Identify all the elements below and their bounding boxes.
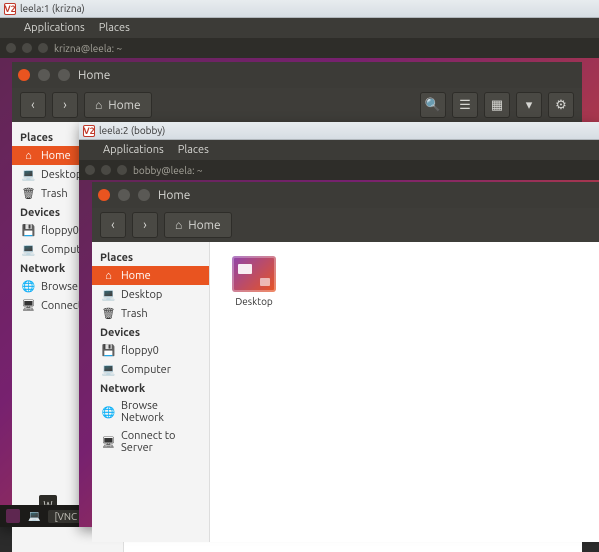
sidebar-item-connect[interactable]: 🖥 Connect to Server <box>92 427 209 457</box>
sidebar-label-desktop: Desktop <box>121 289 162 301</box>
terminal-title-1: krizna@leela: ~ <box>54 43 122 54</box>
floppy-icon: 💾 <box>22 224 35 237</box>
sidebar-label-home: Home <box>41 150 71 162</box>
sidebar-label-home: Home <box>121 270 151 282</box>
sidebar-header-network: Network <box>92 379 209 397</box>
window-min-icon[interactable] <box>22 43 32 53</box>
sidebar-label-trash: Trash <box>121 308 148 320</box>
sidebar-item-trash[interactable]: 🗑 Trash <box>92 304 209 323</box>
server-icon: 🖥 <box>22 299 35 312</box>
minimize-icon[interactable] <box>38 69 50 81</box>
trash-icon: 🗑 <box>102 307 115 320</box>
taskbar-app-icon[interactable] <box>6 509 20 523</box>
terminal-title-2: bobby@leela: ~ <box>133 165 202 176</box>
terminal-titlebar-2: bobby@leela: ~ <box>79 160 599 180</box>
menu-places-1[interactable]: Places <box>99 22 130 34</box>
window-close-icon[interactable] <box>85 165 95 175</box>
folder-icon <box>232 256 276 292</box>
taskbar-sep-icon: 💻 <box>28 510 40 522</box>
forward-button[interactable]: › <box>52 92 78 118</box>
gnome-menubar-1: Applications Places <box>0 18 599 38</box>
sidebar-item-browse[interactable]: 🌐 Browse Network <box>92 397 209 427</box>
close-icon[interactable] <box>18 69 30 81</box>
location-button[interactable]: ⌂ Home <box>84 92 152 118</box>
menu-applications-2[interactable]: Applications <box>103 144 164 156</box>
sidebar-label-browse: Browse <box>41 281 78 293</box>
sidebar-label-floppy: floppy0 <box>121 345 159 357</box>
computer-icon: 💻 <box>22 243 35 256</box>
sidebar-header-devices: Devices <box>92 323 209 341</box>
vnc-titlebar-1[interactable]: V2 leela:1 (krizna) <box>0 0 599 18</box>
vnc-title-1: leela:1 (krizna) <box>20 3 85 14</box>
minimize-icon[interactable] <box>118 189 130 201</box>
sidebar-label-browse: Browse Network <box>121 400 201 424</box>
vnc-icon: V2 <box>83 125 95 137</box>
vnc-window-2: V2 leela:2 (bobby) Applications Places b… <box>79 122 599 527</box>
trash-icon: 🗑 <box>22 187 35 200</box>
window-max-icon[interactable] <box>117 165 127 175</box>
sidebar-item-computer[interactable]: 💻 Computer <box>92 360 209 379</box>
grid-view-button[interactable]: ▦ <box>484 92 510 118</box>
vnc-title-2: leela:2 (bobby) <box>99 125 165 136</box>
sidebar-item-desktop[interactable]: 💻 Desktop <box>92 285 209 304</box>
gnome-menubar-2: Applications Places <box>79 140 599 160</box>
sidebar-label-connect: Connect <box>41 300 82 312</box>
back-button[interactable]: ‹ <box>20 92 46 118</box>
list-view-button[interactable]: ☰ <box>452 92 478 118</box>
location-label-2: Home <box>188 219 220 232</box>
desktop-icon: 💻 <box>22 168 35 181</box>
sidebar-label-connect: Connect to Server <box>121 430 201 454</box>
menu-places-2[interactable]: Places <box>178 144 209 156</box>
location-label-1: Home <box>108 99 140 112</box>
sidebar-label-computer: Computer <box>121 364 171 376</box>
sidebar-item-home[interactable]: ⌂ Home <box>92 266 209 285</box>
home-icon: ⌂ <box>22 149 35 162</box>
home-icon: ⌂ <box>95 98 102 112</box>
network-icon: 🌐 <box>22 280 35 293</box>
floppy-icon: 💾 <box>102 344 115 357</box>
fm-sidebar-2: Places ⌂ Home 💻 Desktop 🗑 Trash Devices <box>92 242 210 542</box>
back-button[interactable]: ‹ <box>100 212 126 238</box>
taskbar-item-vnc[interactable]: [VNC <box>48 510 83 523</box>
settings-button[interactable]: ⚙ <box>548 92 574 118</box>
folder-desktop-2[interactable]: Desktop <box>224 256 284 307</box>
forward-button[interactable]: › <box>132 212 158 238</box>
sidebar-header-places: Places <box>92 248 209 266</box>
server-icon: 🖥 <box>102 436 115 449</box>
menu-applications-1[interactable]: Applications <box>24 22 85 34</box>
network-icon: 🌐 <box>102 406 115 419</box>
fm-toolbar-2: ‹ › ⌂ Home <box>92 208 599 242</box>
computer-icon: 💻 <box>102 363 115 376</box>
terminal-titlebar-1: krizna@leela: ~ <box>0 38 599 58</box>
window-max-icon[interactable] <box>38 43 48 53</box>
search-button[interactable]: 🔍 <box>420 92 446 118</box>
maximize-icon[interactable] <box>58 69 70 81</box>
fm-titlebar-2[interactable]: Home <box>92 182 599 208</box>
ubuntu-desktop-2: Applications Places bobby@leela: ~ Home … <box>79 140 599 527</box>
file-manager-2: Home ‹ › ⌂ Home Places ⌂ Home <box>92 182 599 542</box>
close-icon[interactable] <box>98 189 110 201</box>
maximize-icon[interactable] <box>138 189 150 201</box>
folder-label: Desktop <box>224 296 284 307</box>
vnc-titlebar-2[interactable]: V2 leela:2 (bobby) <box>79 122 599 140</box>
fm-content-2[interactable]: Desktop <box>210 242 599 542</box>
sidebar-label-trash: Trash <box>41 188 68 200</box>
window-close-icon[interactable] <box>6 43 16 53</box>
fm-titlebar-1[interactable]: Home <box>12 62 582 88</box>
sidebar-label-floppy: floppy0 <box>41 225 79 237</box>
fm-title-1: Home <box>78 69 110 82</box>
view-options-button[interactable]: ▾ <box>516 92 542 118</box>
sidebar-item-floppy[interactable]: 💾 floppy0 <box>92 341 209 360</box>
home-icon: ⌂ <box>102 269 115 282</box>
location-button[interactable]: ⌂ Home <box>164 212 232 238</box>
fm-title-2: Home <box>158 189 190 202</box>
sidebar-label-desktop: Desktop <box>41 169 82 181</box>
home-icon: ⌂ <box>175 218 182 232</box>
window-min-icon[interactable] <box>101 165 111 175</box>
vnc-icon: V2 <box>4 3 16 15</box>
desktop-icon: 💻 <box>102 288 115 301</box>
fm-toolbar-1: ‹ › ⌂ Home 🔍 ☰ ▦ ▾ ⚙ <box>12 88 582 122</box>
